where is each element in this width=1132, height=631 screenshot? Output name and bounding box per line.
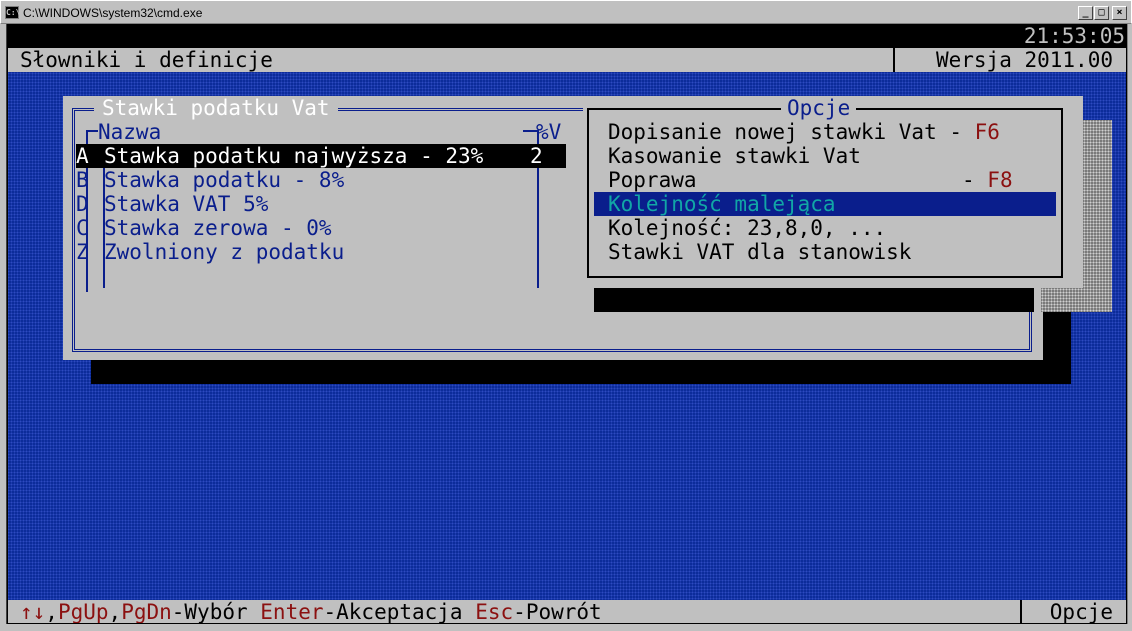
options-panel-title: Opcje (781, 96, 857, 120)
menu-item-sort-descending[interactable]: Kolejność malejąca (594, 192, 1056, 216)
console-area[interactable]: 21:53:05 Słowniki i definicje Wersja 201… (7, 24, 1127, 624)
column-header-name: Nazwa (98, 120, 162, 144)
table-row[interactable]: B Stawka podatku - 8% (76, 168, 566, 192)
maximize-button[interactable]: □ (1094, 6, 1109, 20)
menu-item-label: Kolejność malejąca (608, 192, 836, 216)
footer-bar: ↑↓,PgUp,PgDn-Wybór Enter-Akceptacja Esc-… (7, 600, 1127, 624)
row-value: 2 (530, 144, 543, 168)
cmd-icon: C:\ (5, 6, 21, 19)
menu-item-edit[interactable]: Poprawa - F8 (608, 168, 1013, 192)
row-name: Stawka podatku najwyższa - 23% (104, 144, 484, 168)
row-name: Zwolniony z podatku (104, 240, 345, 264)
header-bar: Słowniki i definicje Wersja 2011.00 (7, 48, 1127, 72)
row-key: C (76, 216, 89, 240)
row-key: Z (76, 240, 89, 264)
menu-item-label: Kasowanie stawki Vat (608, 144, 861, 168)
shortcut-key: F6 (974, 120, 1000, 144)
version-label: Wersja 2011.00 (935, 48, 1113, 72)
window-titlebar[interactable]: C:\ C:\WINDOWS\system32\cmd.exe _ □ × (0, 0, 1132, 24)
menu-item-delete-vat-rate[interactable]: Kasowanie stawki Vat (608, 144, 861, 168)
clock: 21:53:05 (1023, 24, 1125, 48)
vat-panel-title: Stawki podatku Vat (94, 96, 338, 120)
key-help: ↑↓,PgUp,PgDn-Wybór Enter-Akceptacja Esc-… (20, 600, 602, 624)
row-name: Stawka podatku - 8% (104, 168, 345, 192)
table-row[interactable]: Z Zwolniony z podatku (76, 240, 566, 264)
minimize-button[interactable]: _ (1078, 6, 1093, 20)
accept-hint: -Akceptacja (323, 600, 463, 624)
page-title: Słowniki i definicje (20, 48, 273, 72)
table-row[interactable]: C Stawka zerowa - 0% (76, 216, 566, 240)
row-name: Stawka zerowa - 0% (104, 216, 332, 240)
header-separator (893, 48, 895, 72)
comma: , (108, 600, 122, 624)
window-frame-left (0, 24, 7, 631)
footer-separator (1020, 600, 1022, 624)
esc-key-hint: Esc (475, 600, 514, 624)
window-title: C:\WINDOWS\system32\cmd.exe (23, 6, 203, 20)
table-top-rule-right (523, 130, 537, 132)
column-header-value: %V (536, 120, 562, 144)
row-name: Stawka VAT 5% (104, 192, 269, 216)
menu-item-add-vat-rate[interactable]: Dopisanie nowej stawki Vat - F6 (608, 120, 1000, 144)
back-hint: -Powrót (513, 600, 602, 624)
window-frame-right (1127, 24, 1132, 631)
row-key: A (76, 144, 89, 168)
table-row[interactable]: D Stawka VAT 5% (76, 192, 566, 216)
menu-item-label: Dopisanie nowej stawki Vat - (608, 120, 975, 144)
menu-item-vat-per-station[interactable]: Stawki VAT dla stanowisk (608, 240, 911, 264)
arrow-keys-hint: ↑↓ (20, 600, 46, 624)
options-panel: Opcje Dopisanie nowej stawki Vat - F6 Ka… (583, 96, 1083, 288)
clock-bar: 21:53:05 (7, 24, 1127, 48)
comma: , (45, 600, 58, 624)
window-frame-bottom (0, 624, 1132, 631)
menu-item-label: Stawki VAT dla stanowisk (608, 240, 912, 264)
close-button[interactable]: × (1112, 6, 1127, 20)
menu-item-label: Kolejność: 23,8,0, ... (608, 216, 887, 240)
row-key: B (76, 168, 89, 192)
table-row[interactable]: A Stawka podatku najwyższa - 23% 2 (76, 144, 566, 168)
pgup-key-hint: PgUp (57, 600, 109, 624)
enter-key-hint: Enter (260, 600, 324, 624)
footer-options-label: Opcje (1049, 600, 1113, 624)
menu-item-label: Poprawa - (608, 168, 988, 192)
row-key: D (76, 192, 89, 216)
pgdn-key-hint: PgDn (121, 600, 172, 624)
select-hint: -Wybór (171, 600, 248, 624)
menu-item-sort-order[interactable]: Kolejność: 23,8,0, ... (608, 216, 886, 240)
options-panel-bottom-shadow (594, 288, 1034, 312)
shortcut-key: F8 (987, 168, 1013, 192)
